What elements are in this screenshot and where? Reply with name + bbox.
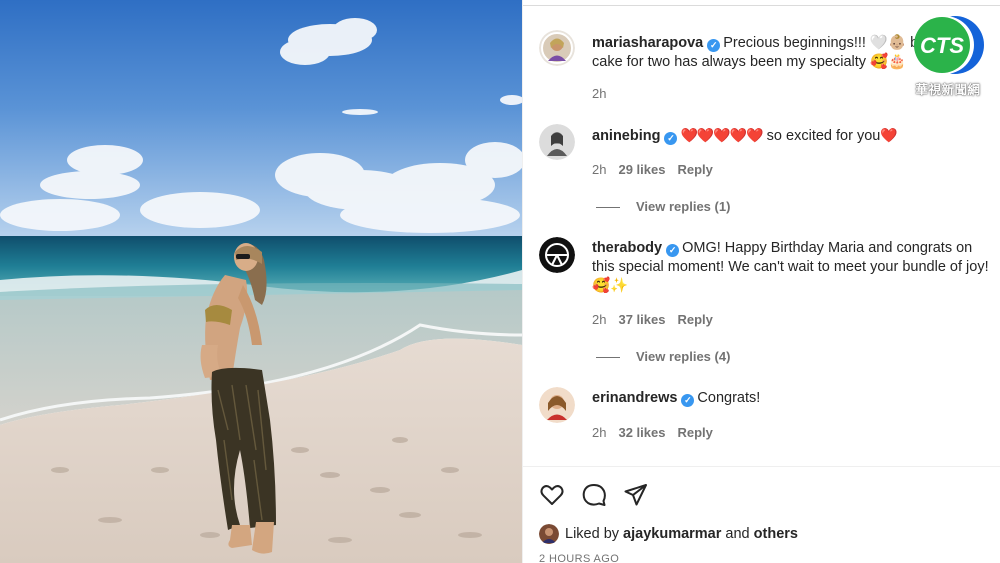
- author-avatar[interactable]: [539, 30, 575, 66]
- liked-by: Liked by ajaykumarmar and others: [539, 523, 798, 545]
- comment-username[interactable]: therabody: [592, 240, 662, 256]
- liked-by-joiner: and: [725, 526, 750, 542]
- beach-photo-image: [0, 0, 522, 563]
- author-username[interactable]: mariasharapova: [592, 35, 703, 51]
- post-photo[interactable]: [0, 0, 522, 563]
- verified-icon: ✓: [707, 39, 721, 52]
- reply-button[interactable]: Reply: [677, 312, 712, 327]
- comment-text: therabody ✓ OMG! Happy Birthday Maria and …: [592, 239, 992, 296]
- verified-icon: ✓: [681, 394, 695, 407]
- liked-by-others[interactable]: others: [754, 526, 798, 542]
- view-replies-label: View replies (1): [636, 199, 731, 214]
- caption-meta: 2h: [592, 86, 606, 101]
- comment-meta: 2h 32 likes Reply: [592, 425, 713, 440]
- comment-body: so excited for you: [762, 128, 881, 144]
- reply-button[interactable]: Reply: [677, 162, 712, 177]
- comment-text: erinandrews ✓ Congrats!: [592, 389, 992, 408]
- caption-time: 2h: [592, 86, 607, 101]
- comment-avatar[interactable]: [539, 124, 575, 160]
- comment-likes[interactable]: 37 likes: [618, 312, 665, 327]
- comment-meta: 2h 29 likes Reply: [592, 162, 713, 177]
- header-divider: [523, 5, 1000, 6]
- reply-button[interactable]: Reply: [677, 425, 712, 440]
- comment-body: Congrats!: [697, 390, 761, 406]
- comment-text: aninebing ✓ ❤️❤️❤️❤️❤️ so excited for you❤…: [592, 126, 992, 146]
- cts-logo-text: CTS: [920, 33, 964, 58]
- cts-caption: 華視新聞網: [915, 82, 981, 97]
- comment-time: 2h: [592, 312, 607, 327]
- comment-username[interactable]: erinandrews: [592, 390, 677, 406]
- comment-meta: 2h 37 likes Reply: [592, 312, 713, 327]
- share-icon[interactable]: [623, 482, 649, 508]
- view-replies-label: View replies (4): [636, 349, 731, 364]
- actions-divider: [523, 466, 1000, 467]
- replies-dash: [596, 357, 620, 359]
- hearts-emoji: ❤️❤️❤️❤️❤️: [680, 127, 763, 143]
- view-replies-button[interactable]: View replies (4): [596, 349, 730, 364]
- comment-avatar[interactable]: [539, 387, 575, 423]
- heart-emoji: ❤️: [880, 127, 897, 143]
- liked-by-prefix: Liked by: [565, 526, 620, 542]
- comment-time: 2h: [592, 162, 607, 177]
- heart-icon[interactable]: [539, 482, 565, 508]
- comment-avatar[interactable]: [539, 237, 575, 273]
- liker-avatar[interactable]: [539, 524, 559, 545]
- replies-dash: [596, 207, 620, 209]
- comment-likes[interactable]: 29 likes: [618, 162, 665, 177]
- view-replies-button[interactable]: View replies (1): [596, 199, 730, 214]
- comment-icon[interactable]: [581, 482, 607, 508]
- verified-icon: ✓: [666, 244, 680, 257]
- comment-username[interactable]: aninebing: [592, 128, 660, 144]
- liked-by-user[interactable]: ajaykumarmar: [623, 526, 721, 542]
- comment-likes[interactable]: 32 likes: [618, 425, 665, 440]
- verified-icon: ✓: [664, 132, 678, 145]
- post-timestamp: 2 HOURS AGO: [539, 553, 620, 563]
- comment-time: 2h: [592, 425, 607, 440]
